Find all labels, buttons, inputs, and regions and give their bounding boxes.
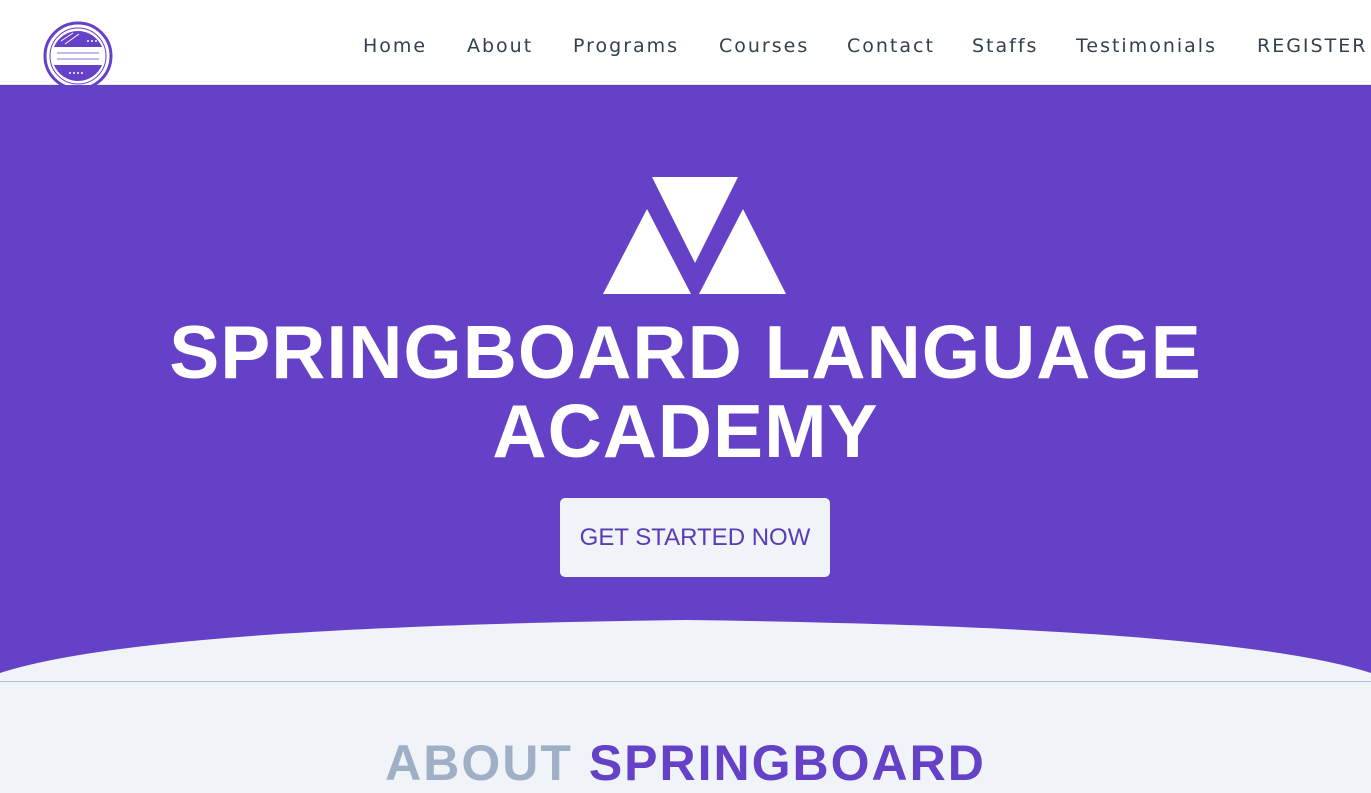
hero-section: SPRINGBOARD LANGUAGE ACADEMY GET STARTED… xyxy=(0,85,1371,682)
section-divider xyxy=(0,681,1371,682)
site-header: Home About Programs Courses Contact Staf… xyxy=(0,0,1371,89)
nav-testimonials[interactable]: Testimonials xyxy=(1076,33,1217,59)
nav-about[interactable]: About xyxy=(467,33,533,59)
about-heading-accent: SPRINGBOARD xyxy=(588,735,986,791)
hero-title: SPRINGBOARD LANGUAGE ACADEMY xyxy=(169,310,1202,473)
about-heading: ABOUT SPRINGBOARD xyxy=(0,733,1371,793)
springboard-triangles-icon xyxy=(603,177,786,294)
get-started-button[interactable]: GET STARTED NOW xyxy=(560,498,830,577)
nav-staffs[interactable]: Staffs xyxy=(972,33,1038,59)
about-heading-muted: ABOUT xyxy=(385,735,573,791)
nav-courses[interactable]: Courses xyxy=(719,33,809,59)
nav-register[interactable]: REGISTER xyxy=(1257,33,1367,59)
hero-curve-divider xyxy=(0,620,1371,682)
academy-seal-logo[interactable] xyxy=(43,21,115,89)
nav-programs[interactable]: Programs xyxy=(573,33,679,59)
nav-home[interactable]: Home xyxy=(363,33,427,59)
nav-contact[interactable]: Contact xyxy=(847,33,935,59)
